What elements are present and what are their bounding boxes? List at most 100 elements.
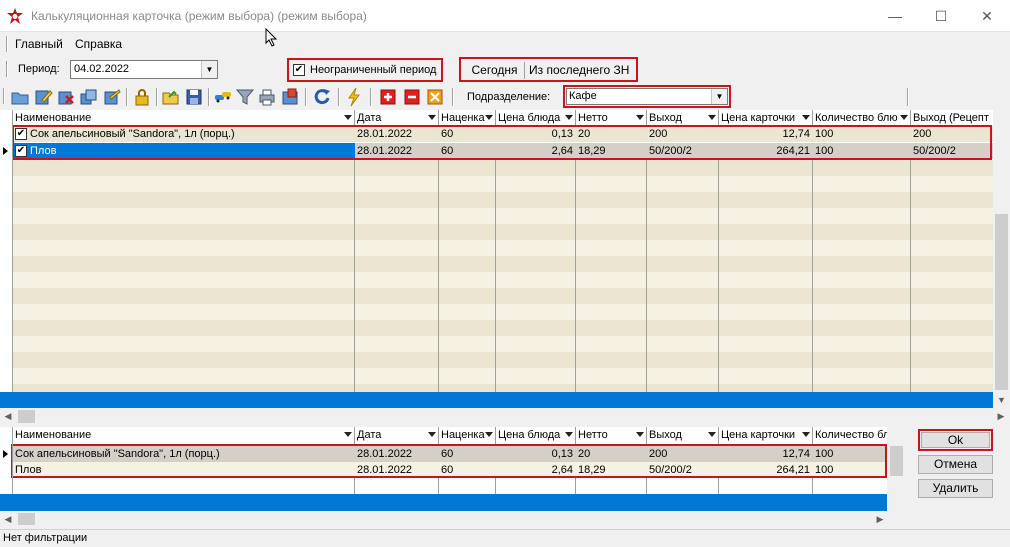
chevron-down-icon[interactable]: ▼ <box>201 61 217 78</box>
scrollbar-thumb[interactable] <box>18 513 35 525</box>
col-header-card-price[interactable]: Цена карточки <box>719 427 813 444</box>
lightning-icon[interactable] <box>344 87 364 107</box>
empty-rows <box>13 160 993 392</box>
toolbar-grip <box>3 88 5 104</box>
today-button[interactable]: Сегодня <box>465 62 525 79</box>
status-text: Нет фильтрации <box>3 532 88 544</box>
toolbar-separator <box>305 88 307 106</box>
refresh-icon[interactable] <box>313 87 333 107</box>
quick-period-frame: Сегодня Из последнего ЗН <box>459 57 638 82</box>
maximize-button[interactable]: ☐ <box>918 0 964 32</box>
title-bar: Калькуляционная карточка (режим выбора) … <box>0 0 1010 32</box>
scroll-right-icon[interactable]: ▶ <box>993 408 1009 425</box>
grid-footer-bar <box>0 494 887 511</box>
col-header-date[interactable]: Дата <box>355 427 439 444</box>
period-row: Период: 04.02.2022 ▼ ✔ Неограниченный пе… <box>0 56 1010 83</box>
scroll-left-icon[interactable]: ◀ <box>0 511 16 527</box>
row-pointer-icon <box>3 450 8 458</box>
delete-button[interactable]: Удалить <box>918 479 993 498</box>
cars-icon[interactable] <box>213 87 233 107</box>
menu-item-help[interactable]: Справка <box>75 37 122 51</box>
status-bar: Нет фильтрации <box>0 529 1010 547</box>
unlimited-period-frame: ✔ Неограниченный период <box>287 58 443 82</box>
toolbar-separator <box>156 88 158 106</box>
subdivision-frame: Кафе ▼ <box>563 85 731 108</box>
vertical-scrollbar[interactable]: ▼ <box>993 110 1010 408</box>
menu-grip <box>6 36 8 52</box>
horizontal-scrollbar[interactable]: ◀ ▶ <box>0 408 1010 425</box>
window-title: Калькуляционная карточка (режим выбора) … <box>31 9 367 23</box>
grid-line <box>812 160 813 408</box>
col-header-name[interactable]: Наименование <box>13 427 355 444</box>
scroll-down-icon[interactable]: ▼ <box>993 392 1010 408</box>
ok-frame: Ok <box>918 429 993 451</box>
subdivision-label: Подразделение: <box>467 91 551 103</box>
print-icon[interactable] <box>257 87 277 107</box>
bottom-grid-header: Наименование Дата Наценка Цена блюда Нет… <box>13 427 887 445</box>
from-last-button[interactable]: Из последнего ЗН <box>529 62 629 79</box>
toolbar-separator <box>126 88 128 106</box>
delete-icon[interactable] <box>56 87 76 107</box>
menu-bar: Главный Справка <box>0 33 1010 55</box>
edit-note-icon[interactable] <box>102 87 122 107</box>
subdivision-value: Кафе <box>569 90 597 102</box>
grid-line <box>646 160 647 408</box>
period-grip <box>6 61 8 77</box>
selected-rows-frame <box>11 444 887 478</box>
scrollbar-thumb[interactable] <box>890 446 903 476</box>
grid-line <box>438 160 439 408</box>
toolbar-separator <box>208 88 210 106</box>
vertical-scrollbar[interactable] <box>888 427 905 511</box>
app-star-icon <box>7 8 23 24</box>
minimize-button[interactable]: — <box>872 0 918 32</box>
row-pointer-icon <box>3 147 8 155</box>
menu-item-main[interactable]: Главный <box>15 37 63 51</box>
col-header-qty[interactable]: Количество бл <box>813 427 887 444</box>
subdivision-select[interactable]: Кафе ▼ <box>566 88 728 105</box>
grid-line <box>354 160 355 408</box>
col-header-markup[interactable]: Наценка <box>439 427 496 444</box>
unlimited-period-label[interactable]: Неограниченный период <box>310 64 436 76</box>
save-icon[interactable] <box>184 87 204 107</box>
edit-icon[interactable] <box>33 87 53 107</box>
col-header-dish-price[interactable]: Цена блюда <box>496 427 576 444</box>
open-folder-icon[interactable] <box>161 87 181 107</box>
period-date-value: 04.02.2022 <box>74 63 130 75</box>
remove-icon[interactable] <box>402 87 422 107</box>
selected-rows-frame <box>12 125 992 160</box>
scrollbar-thumb[interactable] <box>995 214 1008 390</box>
cancel-button[interactable]: Отмена <box>918 455 993 474</box>
col-header-netto[interactable]: Нетто <box>576 427 647 444</box>
scrollbar-thumb[interactable] <box>18 410 35 423</box>
bottom-grid: Наименование Дата Наценка Цена блюда Нет… <box>0 427 905 511</box>
col-header-output[interactable]: Выход <box>647 427 719 444</box>
copy-icon[interactable] <box>79 87 99 107</box>
toolbar-separator <box>370 88 372 106</box>
add-icon[interactable] <box>378 87 398 107</box>
scroll-left-icon[interactable]: ◀ <box>0 408 16 425</box>
clear-icon[interactable] <box>425 87 445 107</box>
toolbar-separator <box>452 88 454 106</box>
grid-line <box>495 160 496 408</box>
folder-icon[interactable] <box>10 87 30 107</box>
ok-button[interactable]: Ok <box>921 432 990 448</box>
toolbar: Подразделение: Кафе ▼ <box>0 84 1010 110</box>
top-grid: Наименование Дата Наценка Цена блюда Нет… <box>0 110 1010 408</box>
toolbar-separator <box>907 88 909 106</box>
horizontal-scrollbar[interactable]: ◀ ▶ <box>0 511 905 527</box>
period-date-input[interactable]: 04.02.2022 ▼ <box>70 60 218 79</box>
grid-line <box>12 110 13 408</box>
filter-icon[interactable] <box>235 87 255 107</box>
chevron-down-icon[interactable]: ▼ <box>711 89 727 104</box>
grid-line <box>718 160 719 408</box>
grid-footer-bar <box>0 392 993 408</box>
close-button[interactable]: ✕ <box>964 0 1010 32</box>
lock-icon[interactable] <box>132 87 152 107</box>
unlimited-period-checkbox[interactable]: ✔ <box>293 64 305 76</box>
period-label: Период: <box>18 63 60 75</box>
scroll-right-icon[interactable]: ▶ <box>872 511 888 527</box>
export-icon[interactable] <box>280 87 300 107</box>
grid-line <box>910 160 911 408</box>
toolbar-separator <box>338 88 340 106</box>
grid-line <box>575 160 576 408</box>
